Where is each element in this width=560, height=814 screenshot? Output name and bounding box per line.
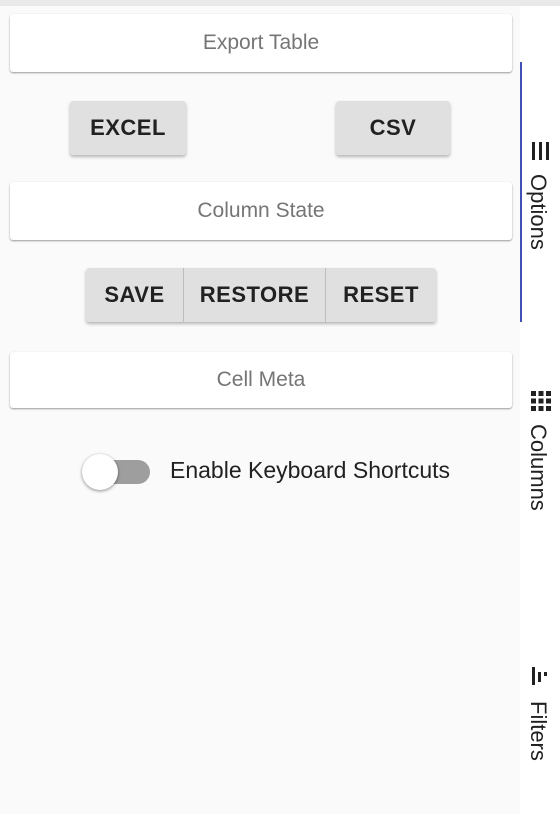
grid-icon: [531, 391, 551, 411]
menu-icon: [532, 142, 549, 160]
tab-options[interactable]: Options: [520, 62, 560, 322]
tab-filters-label: Filters: [526, 701, 551, 761]
export-table-header: Export Table: [10, 14, 512, 72]
column-state-button-group: SAVE RESTORE RESET: [86, 268, 436, 322]
reset-button[interactable]: RESET: [326, 268, 436, 322]
options-panel: Export Table EXCEL CSV Column State SAVE…: [0, 6, 520, 814]
toggle-thumb: [82, 454, 118, 490]
save-button[interactable]: SAVE: [86, 268, 184, 322]
restore-button[interactable]: RESTORE: [184, 268, 326, 322]
cell-meta-header: Cell Meta: [10, 352, 512, 408]
export-excel-button[interactable]: EXCEL: [70, 101, 186, 155]
export-csv-button[interactable]: CSV: [336, 101, 450, 155]
tab-columns[interactable]: Columns: [520, 386, 560, 546]
tab-options-label: Options: [526, 174, 551, 250]
filter-icon: [532, 667, 547, 685]
keyboard-shortcuts-toggle[interactable]: [82, 454, 150, 490]
column-state-header: Column State: [10, 182, 512, 240]
keyboard-shortcuts-label[interactable]: Enable Keyboard Shortcuts: [170, 454, 450, 486]
tab-columns-label: Columns: [526, 424, 551, 511]
tool-sidebar: Options Columns Filters: [520, 6, 560, 814]
tab-filters[interactable]: Filters: [520, 661, 560, 781]
